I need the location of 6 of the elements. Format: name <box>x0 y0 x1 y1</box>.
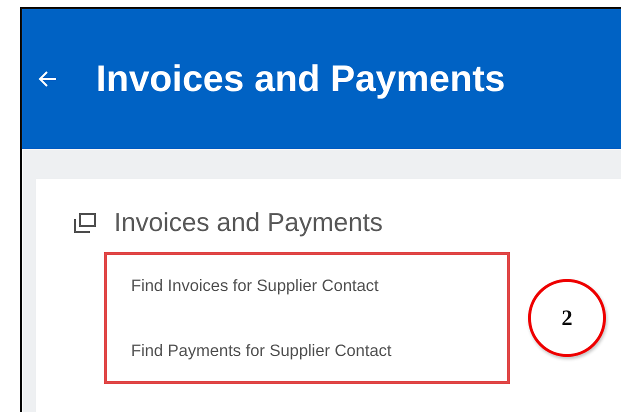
task-link[interactable]: Find Invoices for Supplier Contact <box>131 277 483 296</box>
task-link[interactable]: Find Payments for Supplier Contact <box>131 342 483 361</box>
callout-number: 2 <box>528 279 606 357</box>
section-title: Invoices and Payments <box>114 207 383 238</box>
windows-icon <box>74 212 96 232</box>
page-title: Invoices and Payments <box>96 58 506 100</box>
